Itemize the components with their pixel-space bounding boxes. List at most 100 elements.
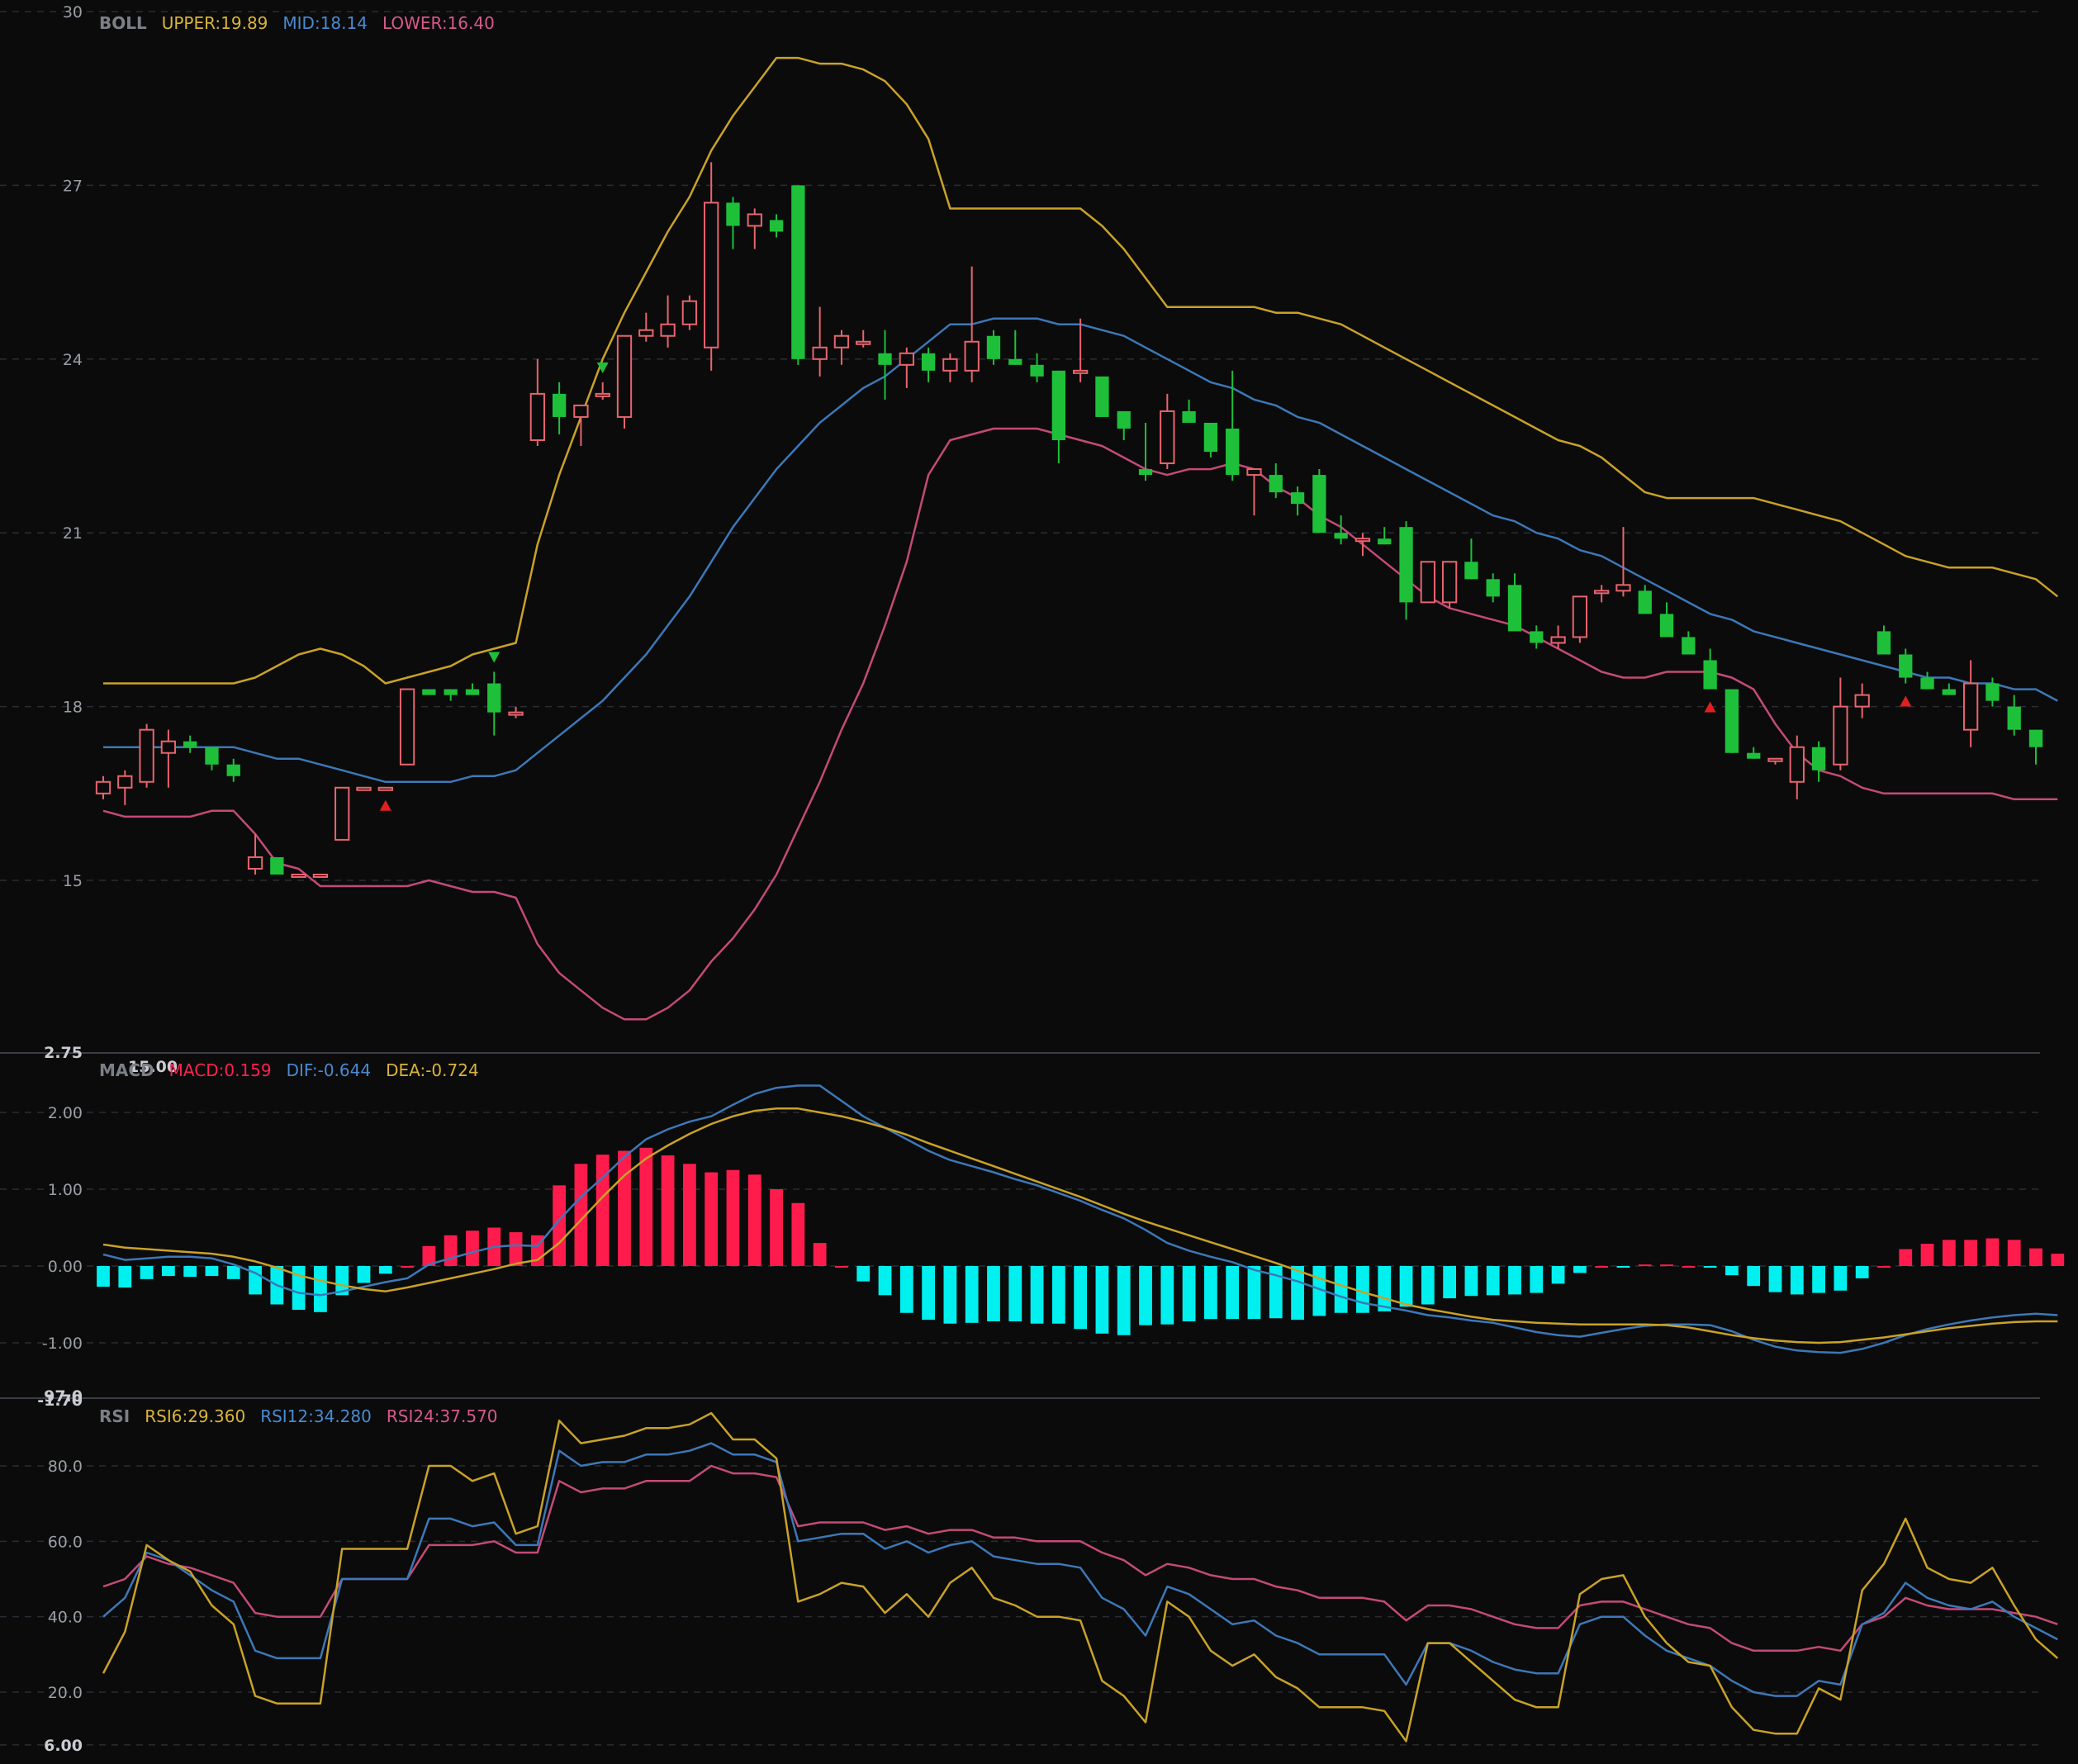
- macd-histogram-bar: [791, 1202, 805, 1266]
- candle-body-down: [552, 393, 567, 417]
- macd-histogram-bar: [1747, 1266, 1761, 1287]
- macd-histogram-bar: [1530, 1266, 1544, 1293]
- macd-histogram-bar: [97, 1266, 110, 1287]
- candle-body-down: [2028, 729, 2043, 747]
- candle-body-up: [616, 334, 633, 418]
- candle-body-down: [1659, 614, 1674, 638]
- candle-body-down: [769, 220, 784, 232]
- gridlines: [0, 11, 2040, 1746]
- candle-body-down: [1942, 689, 1956, 695]
- macd-histogram-bar: [1942, 1240, 1956, 1266]
- boll-lower-value: LOWER:16.40: [382, 13, 495, 33]
- macd-histogram-bar: [1182, 1266, 1196, 1321]
- candle-body-down: [1399, 527, 1413, 603]
- candle-body-down: [1226, 428, 1240, 476]
- macd-histogram-bar: [1139, 1266, 1152, 1325]
- rsi-ytick-60.0: 60.0: [48, 1533, 83, 1551]
- boll-legend-name: BOLL: [99, 13, 147, 33]
- macd-histogram-bar: [1595, 1266, 1609, 1268]
- boll-ytick-27: 27: [63, 177, 83, 195]
- candle-body-down: [1117, 410, 1131, 429]
- boll-lower-line: [102, 427, 2058, 1021]
- candle-body-up: [1072, 369, 1089, 374]
- macd-histogram-bar: [987, 1266, 1000, 1321]
- stock-chart[interactable]: 30 27 24 21 18 15 2.00 1.00 0.00 -1.00 2.75 15.00 80…: [0, 0, 2078, 1761]
- macd-histogram-bar: [813, 1243, 827, 1266]
- macd-histogram-bar: [1703, 1266, 1717, 1268]
- macd-histogram-bar: [705, 1172, 719, 1266]
- macd-histogram-bar: [1573, 1266, 1587, 1273]
- macd-legend-name: MACD: [99, 1060, 154, 1080]
- macd-histogram-bar: [1638, 1264, 1652, 1267]
- candle-body-up: [1833, 705, 1848, 766]
- candle-body-up: [704, 202, 719, 349]
- macd-histogram-bar: [226, 1266, 240, 1279]
- boll-ytick-18: 18: [63, 699, 83, 717]
- macd-histogram-bar: [965, 1266, 979, 1323]
- macd-histogram-bar: [1095, 1266, 1109, 1334]
- y-axis-labels: 3027242118152.001.000.00-1.002.7515.0080…: [37, 3, 178, 1755]
- macd-histogram-bar: [661, 1155, 675, 1266]
- candle-body-down: [1747, 752, 1761, 759]
- macd-histogram-bar: [683, 1164, 696, 1266]
- candle-body-up: [139, 728, 154, 783]
- candle-body-up: [1767, 757, 1783, 762]
- macd-histogram-bar: [1551, 1266, 1565, 1284]
- candle-body-down: [1095, 376, 1109, 417]
- macd-histogram-bar: [1899, 1249, 1913, 1266]
- candle-body-down: [726, 202, 740, 226]
- rsi12-line: [102, 1442, 2058, 1697]
- macd-histogram-bar: [1051, 1266, 1065, 1324]
- candle-body-up: [1962, 682, 1979, 731]
- candle-body-up: [1615, 584, 1631, 592]
- chart-canvas[interactable]: 3027242118152.001.000.00-1.002.7515.0080…: [0, 0, 2078, 1761]
- macd-histogram-bar: [1421, 1266, 1435, 1305]
- macd-histogram-bar: [1725, 1266, 1739, 1276]
- candle-body-up: [1550, 636, 1566, 644]
- candle-body-up: [117, 775, 133, 789]
- macd-histogram-bar: [747, 1174, 761, 1266]
- macd-histogram-bar: [1334, 1266, 1348, 1313]
- candle-body-up: [573, 404, 589, 418]
- candle-body-down: [1920, 677, 1934, 690]
- macd-histogram-bar: [1920, 1244, 1934, 1266]
- candle-body-down: [1486, 579, 1500, 597]
- candle-body-down: [986, 335, 1001, 359]
- candle-body-up: [942, 358, 958, 372]
- macd-histogram-bar: [314, 1266, 327, 1312]
- candle-body-down: [1703, 660, 1717, 690]
- candle-body-up: [833, 334, 850, 349]
- candle-body-down: [205, 747, 219, 765]
- candle-body-down: [465, 689, 480, 695]
- macd-histogram-bar: [205, 1266, 219, 1277]
- macd-histogram-bar: [357, 1266, 371, 1283]
- candle-body-down: [1811, 747, 1826, 771]
- candle-body-up: [399, 688, 415, 766]
- macd-histogram-bar: [835, 1266, 848, 1268]
- candle-body-up: [95, 780, 111, 794]
- macd-panel[interactable]: [97, 1084, 2065, 1354]
- candle-body-up: [964, 340, 980, 372]
- boll-panel[interactable]: [95, 56, 2059, 1021]
- candle-body-up: [595, 392, 610, 397]
- macd-histogram-bar: [878, 1266, 892, 1296]
- boll-mid-line: [103, 317, 2058, 784]
- candle-body-down: [1008, 358, 1022, 365]
- macd-histogram-bar: [183, 1266, 197, 1278]
- macd-histogram-bar: [1204, 1266, 1217, 1320]
- candle-body-up: [160, 740, 177, 754]
- macd-histogram-bar: [618, 1150, 631, 1266]
- macd-histogram-bar: [1616, 1266, 1630, 1268]
- candle-body-down: [2007, 706, 2021, 730]
- candle-body-down: [1051, 370, 1066, 440]
- candle-body-up: [812, 346, 828, 360]
- macd-histogram-bar: [1443, 1266, 1456, 1299]
- candle-body-down: [1203, 422, 1218, 453]
- macd-histogram-bar: [1812, 1266, 1825, 1293]
- boll-ytick-15: 15: [63, 872, 83, 890]
- buy-signal-marker: [1900, 695, 1912, 707]
- macd-histogram-bar: [639, 1147, 653, 1266]
- candle-body-up: [247, 856, 263, 870]
- candle-body-down: [1507, 585, 1522, 632]
- macd-dea-value: DEA:-0.724: [386, 1060, 479, 1080]
